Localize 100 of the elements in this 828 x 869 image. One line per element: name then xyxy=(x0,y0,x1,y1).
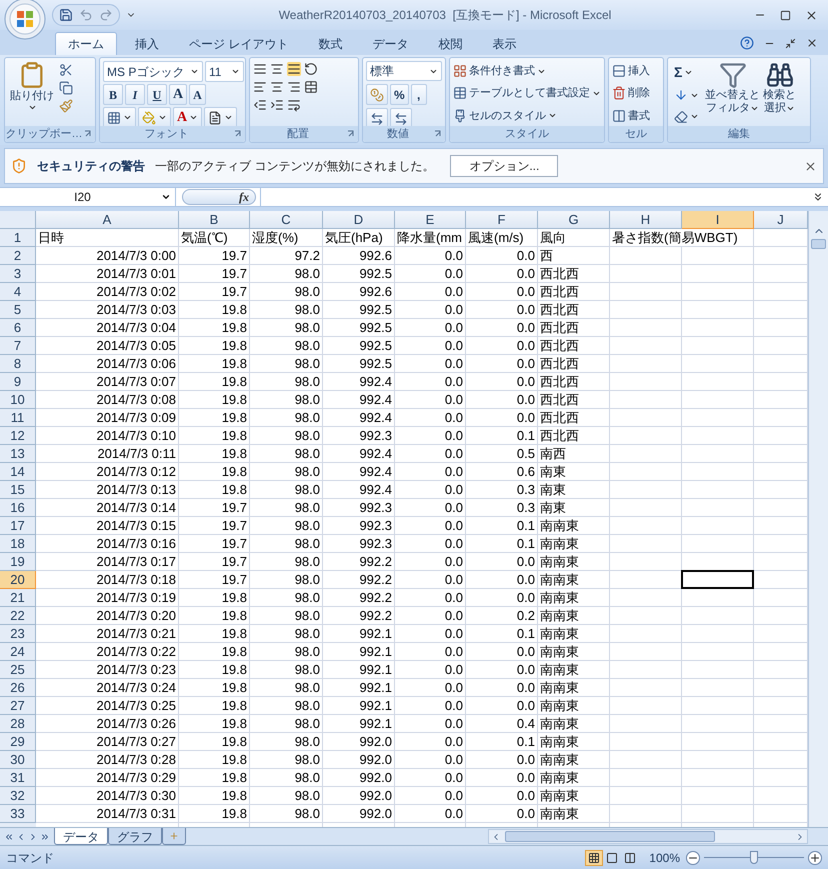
vertical-scrollbar[interactable] xyxy=(808,211,828,827)
autosum-button[interactable]: Σ xyxy=(671,62,702,83)
currency-button[interactable] xyxy=(366,84,388,105)
horizontal-scrollbar[interactable] xyxy=(488,829,808,844)
row-header[interactable]: 32 xyxy=(0,787,36,805)
row-header[interactable]: 30 xyxy=(0,751,36,769)
ribbon-tab[interactable]: 挿入 xyxy=(123,32,171,55)
name-box[interactable]: I20 xyxy=(0,188,176,206)
shrink-font-button[interactable]: A xyxy=(189,84,206,105)
row-header[interactable]: 2 xyxy=(0,247,36,265)
row-header[interactable]: 5 xyxy=(0,301,36,319)
column-header[interactable]: J xyxy=(754,211,808,229)
font-style-button[interactable]: I xyxy=(125,84,145,105)
ribbon-tab[interactable]: 校閲 xyxy=(426,32,474,55)
row-header[interactable]: 17 xyxy=(0,517,36,535)
dialog-launcher-icon[interactable] xyxy=(434,130,442,138)
office-button[interactable] xyxy=(4,0,46,40)
column-header[interactable]: F xyxy=(466,211,538,229)
row-header[interactable]: 23 xyxy=(0,625,36,643)
row-header[interactable]: 15 xyxy=(0,481,36,499)
row-header[interactable]: 10 xyxy=(0,391,36,409)
row-header[interactable]: 25 xyxy=(0,661,36,679)
find-select-button[interactable]: 検索と 選択 xyxy=(763,61,796,126)
save-icon[interactable] xyxy=(59,8,73,22)
maximize-icon[interactable] xyxy=(780,10,791,20)
border-button[interactable] xyxy=(103,107,136,128)
row-header[interactable]: 7 xyxy=(0,337,36,355)
first-sheet-icon[interactable] xyxy=(4,832,14,842)
last-sheet-icon[interactable] xyxy=(40,832,50,842)
row-header[interactable]: 29 xyxy=(0,733,36,751)
sheet-tab[interactable]: グラフ xyxy=(108,828,162,845)
grow-font-button[interactable]: A xyxy=(169,84,188,105)
row-header[interactable]: 26 xyxy=(0,679,36,697)
row-header[interactable]: 14 xyxy=(0,463,36,481)
insert-sheet-button[interactable] xyxy=(162,828,186,845)
zoom-thumb[interactable] xyxy=(750,850,758,864)
font-name-dropdown[interactable]: MS Pゴシック xyxy=(103,61,203,82)
row-header[interactable]: 16 xyxy=(0,499,36,517)
column-header[interactable]: C xyxy=(250,211,323,229)
dialog-launcher-icon[interactable] xyxy=(234,130,242,138)
bottom-align-button[interactable] xyxy=(287,62,301,76)
column-header[interactable]: A xyxy=(36,211,179,229)
row-header[interactable]: 18 xyxy=(0,535,36,553)
insert-function-button[interactable]: fx xyxy=(182,189,256,205)
cell-button[interactable]: 削除 xyxy=(612,83,650,104)
column-header[interactable]: D xyxy=(323,211,395,229)
zoom-slider[interactable] xyxy=(704,850,804,864)
column-header[interactable]: I xyxy=(682,211,754,229)
row-header[interactable]: 21 xyxy=(0,589,36,607)
ribbon-tab[interactable]: 表示 xyxy=(480,32,528,55)
close-icon[interactable] xyxy=(806,37,818,49)
row-header[interactable]: 19 xyxy=(0,553,36,571)
column-header[interactable]: G xyxy=(538,211,610,229)
close-icon[interactable] xyxy=(804,160,817,172)
percent-button[interactable]: % xyxy=(390,84,409,105)
comma-button[interactable]: , xyxy=(410,84,427,105)
column-header[interactable]: E xyxy=(395,211,466,229)
ribbon-tab[interactable]: ページ レイアウト xyxy=(177,32,300,55)
row-header[interactable]: 9 xyxy=(0,373,36,391)
view-button[interactable] xyxy=(585,850,604,866)
sort-filter-button[interactable]: 並べ替えと フィルタ xyxy=(705,61,760,126)
style-button[interactable]: 条件付き書式 xyxy=(453,61,601,82)
row-header[interactable]: 8 xyxy=(0,355,36,373)
row-header[interactable]: 6 xyxy=(0,319,36,337)
row-header[interactable]: 1 xyxy=(0,229,36,247)
number-format-dropdown[interactable]: 標準 xyxy=(366,61,442,81)
row-header[interactable]: 33 xyxy=(0,805,36,823)
close-icon[interactable] xyxy=(805,8,818,22)
sheet-tab[interactable]: データ xyxy=(54,828,108,845)
zoom-in-icon[interactable] xyxy=(808,850,822,864)
row-header[interactable]: 27 xyxy=(0,697,36,715)
row-header[interactable]: 24 xyxy=(0,643,36,661)
font-color-button[interactable]: A xyxy=(173,107,202,128)
row-header[interactable]: 11 xyxy=(0,409,36,427)
column-header[interactable]: B xyxy=(179,211,250,229)
zoom-out-icon[interactable] xyxy=(686,850,700,864)
cell-button[interactable]: 書式 xyxy=(612,106,650,126)
row-header[interactable]: 3 xyxy=(0,265,36,283)
restore-icon[interactable] xyxy=(785,38,796,48)
paste-button[interactable]: 貼り付け xyxy=(8,61,56,126)
expand-icon[interactable] xyxy=(812,191,824,203)
ribbon-tab[interactable]: 数式 xyxy=(306,32,354,55)
options-button[interactable]: オプション... xyxy=(450,155,558,177)
fill-color-button[interactable] xyxy=(138,107,171,128)
row-header[interactable]: 12 xyxy=(0,427,36,445)
column-header[interactable]: H xyxy=(610,211,682,229)
row-header[interactable]: 28 xyxy=(0,715,36,733)
font-style-button[interactable]: U xyxy=(147,84,167,105)
font-size-dropdown[interactable]: 11 xyxy=(205,61,244,82)
scroll-thumb[interactable] xyxy=(505,831,715,842)
dialog-launcher-icon[interactable] xyxy=(347,130,355,138)
ribbon-tab[interactable]: データ xyxy=(360,32,420,55)
phonetic-button[interactable] xyxy=(204,107,238,128)
style-button[interactable]: テーブルとして書式設定 xyxy=(453,83,601,104)
row-header[interactable]: 13 xyxy=(0,445,36,463)
dialog-launcher-icon[interactable] xyxy=(84,130,92,138)
cell-button[interactable]: 挿入 xyxy=(612,61,650,82)
row-header[interactable]: 4 xyxy=(0,283,36,301)
help-icon[interactable] xyxy=(740,36,754,50)
style-button[interactable]: セルのスタイル xyxy=(453,106,601,126)
